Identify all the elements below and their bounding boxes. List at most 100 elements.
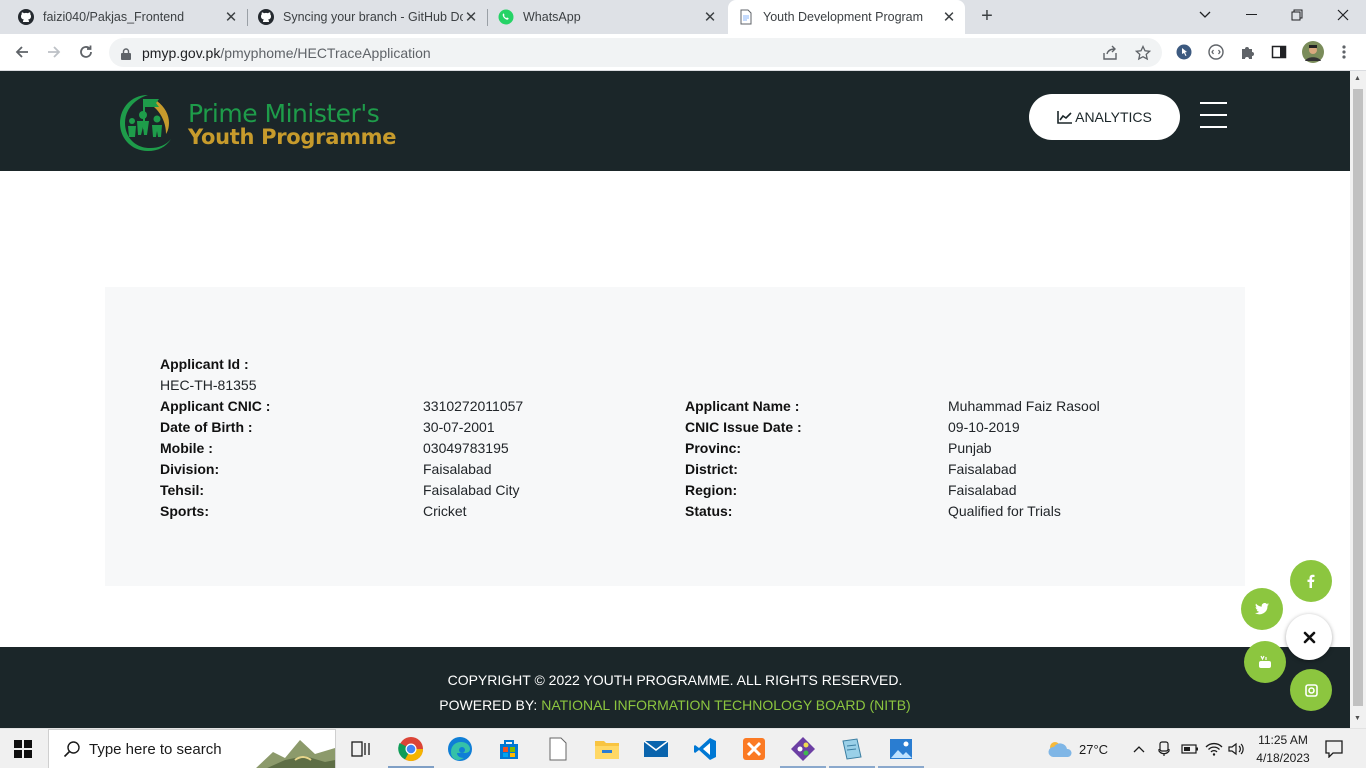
forward-icon[interactable] bbox=[42, 40, 66, 64]
windows-taskbar: Type here to search 27°C 11:25 AM 4/18/2… bbox=[0, 728, 1366, 768]
weather-widget[interactable]: 27°C bbox=[1046, 729, 1108, 768]
store-taskbar-icon[interactable] bbox=[494, 734, 524, 764]
close-window-icon[interactable] bbox=[1320, 0, 1366, 30]
info-value: 30-07-2001 bbox=[423, 419, 495, 435]
battery-icon[interactable] bbox=[1181, 729, 1199, 768]
show-hidden-icons-icon[interactable] bbox=[1133, 729, 1145, 768]
close-social-icon[interactable] bbox=[1286, 614, 1332, 660]
tab-search-icon[interactable] bbox=[1182, 0, 1228, 30]
applicant-info-panel: Applicant Id : HEC-TH-81355 Applicant CN… bbox=[105, 287, 1245, 586]
whatsapp-icon bbox=[498, 9, 514, 25]
info-label: CNIC Issue Date : bbox=[685, 419, 802, 435]
status-value: Qualified for Trials bbox=[948, 503, 1061, 519]
reload-icon[interactable] bbox=[74, 40, 98, 64]
browser-tab[interactable]: WhatsApp ✕ bbox=[488, 0, 726, 34]
twitter-icon[interactable] bbox=[1241, 588, 1283, 630]
new-tab-icon[interactable]: + bbox=[977, 5, 997, 27]
tab-title: Youth Development Program bbox=[763, 10, 924, 24]
analytics-button[interactable]: ANALYTICS bbox=[1029, 94, 1180, 140]
address-bar[interactable]: pmyp.gov.pk/pmyphome/HECTraceApplication bbox=[109, 38, 1162, 67]
info-value: Punjab bbox=[948, 440, 992, 456]
instagram-icon[interactable] bbox=[1290, 669, 1332, 711]
info-label: Region: bbox=[685, 482, 738, 498]
minimize-icon[interactable] bbox=[1228, 0, 1274, 30]
url-path: /pmyphome/HECTraceApplication bbox=[220, 44, 431, 61]
facebook-icon[interactable] bbox=[1290, 560, 1332, 602]
puzzle-icon[interactable] bbox=[1239, 43, 1257, 61]
info-value: Faisalabad bbox=[948, 461, 1017, 477]
url-host: pmyp.gov.pk bbox=[142, 44, 221, 61]
taskbar-clock[interactable]: 11:25 AM 4/18/2023 bbox=[1252, 731, 1314, 767]
meet-now-icon[interactable] bbox=[1158, 729, 1172, 768]
scrollbar-thumb[interactable] bbox=[1353, 89, 1363, 706]
photos-taskbar-icon[interactable] bbox=[886, 734, 916, 764]
info-label: Applicant Name : bbox=[685, 398, 800, 414]
tab-title: faizi040/Pakjas_Frontend bbox=[43, 10, 185, 24]
weather-temperature: 27°C bbox=[1079, 741, 1109, 757]
nitb-link[interactable]: NATIONAL INFORMATION TECHNOLOGY BOARD (N… bbox=[541, 697, 910, 713]
browser-toolbar: pmyp.gov.pk/pmyphome/HECTraceApplication bbox=[0, 34, 1366, 71]
taskbar-search-box[interactable]: Type here to search bbox=[48, 729, 336, 768]
document-icon bbox=[738, 9, 754, 25]
extension-icon[interactable] bbox=[1175, 43, 1193, 61]
page-scrollbar[interactable]: ▲ ▼ bbox=[1350, 71, 1366, 728]
tab-close-icon[interactable]: ✕ bbox=[223, 9, 239, 26]
notification-center-icon[interactable] bbox=[1325, 729, 1343, 768]
profile-avatar-icon[interactable] bbox=[1302, 41, 1324, 63]
tab-close-icon[interactable]: ✕ bbox=[463, 9, 479, 26]
clock-date: 4/18/2023 bbox=[1256, 751, 1310, 765]
web-page: Prime Minister's Youth Programme ANALYTI… bbox=[0, 71, 1350, 728]
notepad-taskbar-icon[interactable] bbox=[837, 734, 867, 764]
document-taskbar-icon[interactable] bbox=[543, 734, 573, 764]
chrome-menu-icon[interactable] bbox=[1335, 43, 1353, 61]
file-explorer-icon[interactable] bbox=[592, 734, 622, 764]
tab-close-icon[interactable]: ✕ bbox=[702, 9, 718, 26]
xampp-taskbar-icon[interactable] bbox=[739, 734, 769, 764]
scroll-up-icon[interactable]: ▲ bbox=[1354, 75, 1362, 82]
tab-close-icon[interactable]: ✕ bbox=[941, 9, 957, 26]
youtube-icon[interactable] bbox=[1244, 641, 1286, 683]
wifi-icon[interactable] bbox=[1205, 729, 1223, 768]
side-panel-icon[interactable] bbox=[1270, 43, 1288, 61]
info-label: Provinc: bbox=[685, 440, 742, 456]
site-header: Prime Minister's Youth Programme ANALYTI… bbox=[0, 71, 1350, 171]
extension-icon[interactable] bbox=[1207, 43, 1225, 61]
browser-tab-active[interactable]: Youth Development Program ✕ bbox=[728, 0, 965, 34]
applicant-id-value: HEC-TH-81355 bbox=[160, 377, 257, 393]
info-value: Faisalabad City bbox=[423, 482, 520, 498]
windows-start-icon[interactable] bbox=[14, 740, 32, 758]
info-label: Mobile : bbox=[160, 440, 213, 456]
edge-taskbar-icon[interactable] bbox=[445, 734, 475, 764]
info-value: Faisalabad bbox=[948, 482, 1017, 498]
vscode-taskbar-icon[interactable] bbox=[690, 734, 720, 764]
info-label: Applicant CNIC : bbox=[160, 398, 271, 414]
browser-tab[interactable]: faizi040/Pakjas_Frontend ✕ bbox=[0, 0, 247, 34]
restore-icon[interactable] bbox=[1274, 0, 1320, 30]
back-icon[interactable] bbox=[10, 40, 34, 64]
task-view-icon[interactable] bbox=[346, 734, 376, 764]
info-label: District: bbox=[685, 461, 738, 477]
share-icon[interactable] bbox=[1102, 45, 1118, 61]
volume-icon[interactable] bbox=[1228, 729, 1246, 768]
info-label: Division: bbox=[160, 461, 220, 477]
info-value: Faisalabad bbox=[423, 461, 492, 477]
powered-by-label: POWERED BY: bbox=[439, 697, 538, 713]
tab-title: Syncing your branch - GitHub Do bbox=[283, 10, 463, 24]
search-highlight-image-icon bbox=[256, 740, 335, 768]
info-value: 03049783195 bbox=[423, 440, 509, 456]
clock-time: 11:25 AM bbox=[1258, 733, 1308, 747]
lock-icon bbox=[121, 47, 131, 60]
git-app-taskbar-icon[interactable] bbox=[788, 734, 818, 764]
scroll-down-icon[interactable]: ▼ bbox=[1354, 715, 1362, 722]
pmyp-logo-emblem-icon[interactable] bbox=[117, 91, 179, 153]
info-value: Cricket bbox=[423, 503, 467, 519]
hamburger-menu-icon[interactable] bbox=[1198, 102, 1228, 130]
footer-powered-by: POWERED BY: NATIONAL INFORMATION TECHNOL… bbox=[0, 697, 1350, 713]
mail-taskbar-icon[interactable] bbox=[641, 734, 671, 764]
analytics-label: ANALYTICS bbox=[1075, 109, 1152, 125]
browser-tab[interactable]: Syncing your branch - GitHub Do ✕ bbox=[248, 0, 487, 34]
info-value: 09-10-2019 bbox=[948, 419, 1020, 435]
bookmark-star-icon[interactable] bbox=[1135, 45, 1151, 61]
taskbar-search-placeholder: Type here to search bbox=[89, 740, 222, 758]
chrome-taskbar-icon[interactable] bbox=[396, 734, 426, 764]
